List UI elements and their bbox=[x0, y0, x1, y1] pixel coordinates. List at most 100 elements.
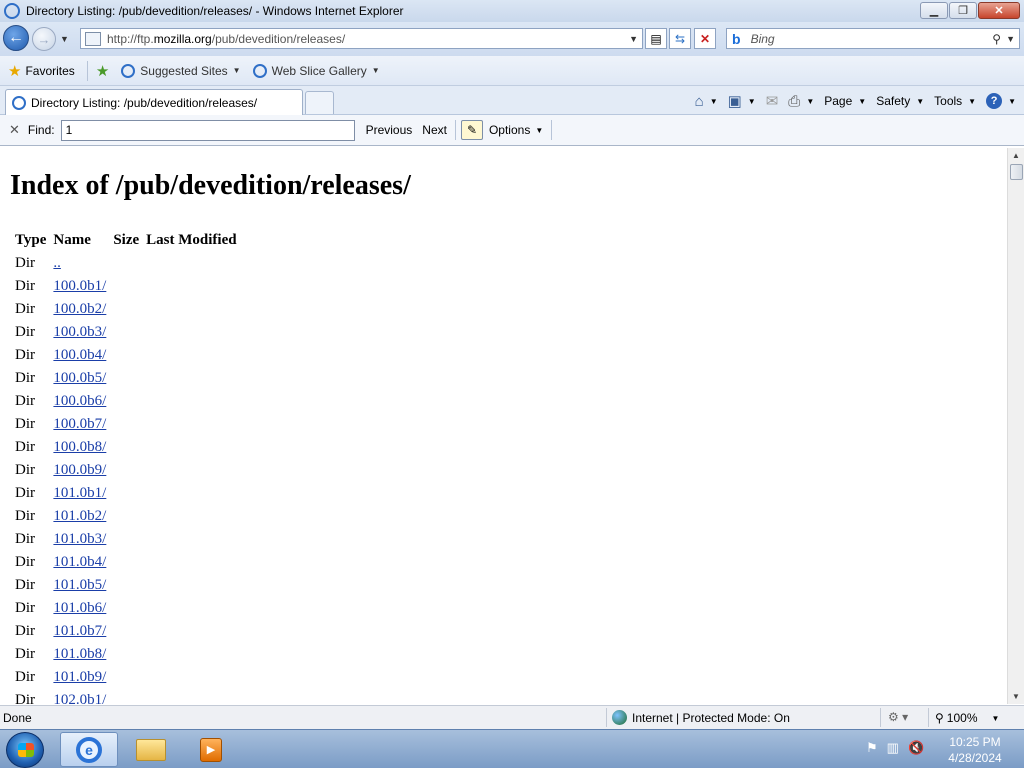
directory-link[interactable]: 100.0b2/ bbox=[53, 301, 106, 317]
table-row: Dir 100.0b7/ bbox=[13, 414, 239, 435]
address-dropdown-icon[interactable]: ▼ bbox=[629, 34, 638, 44]
directory-link[interactable]: 101.0b9/ bbox=[53, 669, 106, 685]
popup-blocker-icon[interactable]: ⚙ ▾ bbox=[888, 710, 908, 724]
home-button[interactable]: ⌂ ▼ bbox=[695, 93, 718, 110]
find-next-button[interactable]: Next bbox=[422, 123, 447, 137]
tab-directory-listing[interactable]: Directory Listing: /pub/devedition/relea… bbox=[5, 89, 303, 115]
table-row: Dir 101.0b5/ bbox=[13, 575, 239, 596]
address-url[interactable]: http://ftp.mozilla.org/pub/devedition/re… bbox=[107, 32, 345, 46]
volume-muted-icon[interactable]: 🔇 bbox=[908, 740, 924, 756]
row-type: Dir bbox=[15, 462, 35, 478]
suggested-sites-button[interactable]: Suggested Sites ▼ bbox=[121, 63, 241, 78]
row-type: Dir bbox=[15, 324, 35, 340]
directory-link[interactable]: 101.0b5/ bbox=[53, 577, 106, 593]
directory-link[interactable]: 101.0b6/ bbox=[53, 600, 106, 616]
directory-link[interactable]: .. bbox=[53, 255, 61, 271]
start-button[interactable] bbox=[6, 732, 44, 768]
feeds-button[interactable]: ▣ ▼ bbox=[728, 92, 756, 110]
table-row: Dir 100.0b6/ bbox=[13, 391, 239, 412]
directory-link[interactable]: 100.0b1/ bbox=[53, 278, 106, 294]
directory-link[interactable]: 100.0b5/ bbox=[53, 370, 106, 386]
find-options-label: Options bbox=[488, 123, 531, 137]
read-mail-button[interactable]: ✉ bbox=[766, 92, 779, 110]
address-bar[interactable]: http://ftp.mozilla.org/pub/devedition/re… bbox=[80, 28, 643, 49]
window-controls: ▁ ❐ ✕ bbox=[920, 2, 1020, 19]
favorites-button[interactable]: ★ Favorites bbox=[8, 62, 75, 80]
row-type: Dir bbox=[15, 600, 35, 616]
taskbar-internet-explorer[interactable]: e bbox=[60, 732, 118, 767]
directory-link[interactable]: 100.0b6/ bbox=[53, 393, 106, 409]
forward-button[interactable]: → bbox=[32, 27, 56, 51]
back-button[interactable]: ← bbox=[3, 25, 29, 51]
tools-menu[interactable]: Tools ▼ bbox=[934, 94, 976, 108]
directory-link[interactable]: 101.0b2/ bbox=[53, 508, 106, 524]
refresh-button[interactable]: ⇆ bbox=[669, 28, 691, 49]
search-icon[interactable]: ⚲ bbox=[992, 32, 1001, 46]
directory-link[interactable]: 100.0b3/ bbox=[53, 324, 106, 340]
chevron-down-icon: ▼ bbox=[747, 96, 756, 106]
status-text: Done bbox=[3, 711, 32, 725]
row-type: Dir bbox=[15, 301, 35, 317]
find-label: Find: bbox=[27, 123, 55, 137]
tools-menu-label: Tools bbox=[934, 94, 963, 108]
web-slice-gallery-icon bbox=[252, 63, 267, 78]
refresh-icon: ⇆ bbox=[674, 31, 686, 46]
directory-link[interactable]: 101.0b7/ bbox=[53, 623, 106, 639]
directory-link[interactable]: 100.0b4/ bbox=[53, 347, 106, 363]
window-title: Directory Listing: /pub/devedition/relea… bbox=[26, 4, 404, 18]
safety-menu[interactable]: Safety ▼ bbox=[876, 94, 924, 108]
url-prefix: http://ftp. bbox=[107, 31, 154, 46]
taskbar-media-player[interactable]: ▶ bbox=[182, 732, 240, 767]
scroll-up-arrow-icon[interactable]: ▲ bbox=[1012, 151, 1020, 160]
directory-link[interactable]: 101.0b8/ bbox=[53, 646, 106, 662]
scrollbar-thumb[interactable] bbox=[1010, 164, 1023, 180]
vertical-scrollbar[interactable]: ▲ ▼ bbox=[1007, 148, 1024, 704]
directory-link[interactable]: 101.0b4/ bbox=[53, 554, 106, 570]
add-to-favorites-bar-button[interactable]: ★ bbox=[96, 62, 113, 80]
find-input[interactable] bbox=[60, 119, 355, 141]
stop-button[interactable]: ✕ bbox=[694, 28, 716, 49]
new-tab-button[interactable] bbox=[305, 91, 334, 114]
taskbar-windows-explorer[interactable] bbox=[122, 732, 180, 767]
table-row: Dir 102.0b1/ bbox=[13, 690, 239, 704]
clock-time: 10:25 PM bbox=[949, 735, 1001, 749]
table-row: Dir 101.0b2/ bbox=[13, 506, 239, 527]
search-dropdown-icon[interactable]: ▼ bbox=[1006, 34, 1015, 44]
zoom-control[interactable]: ⚲ 100% ▼ bbox=[935, 711, 999, 725]
web-slice-gallery-button[interactable]: Web Slice Gallery ▼ bbox=[252, 63, 380, 78]
chevron-down-icon: ▼ bbox=[806, 96, 815, 106]
chevron-down-icon: ▼ bbox=[232, 66, 241, 75]
directory-link[interactable]: 100.0b7/ bbox=[53, 416, 106, 432]
action-center-flag-icon[interactable]: ⚑ bbox=[866, 740, 878, 756]
directory-link[interactable]: 101.0b3/ bbox=[53, 531, 106, 547]
search-box[interactable]: b Bing ⚲ ▼ bbox=[726, 28, 1020, 49]
page-menu[interactable]: Page ▼ bbox=[824, 94, 866, 108]
restore-button[interactable]: ❐ bbox=[949, 2, 977, 19]
compatibility-view-button[interactable]: ▤ bbox=[645, 28, 667, 49]
highlight-pen-icon[interactable]: ✎ bbox=[460, 120, 483, 140]
security-zone-label: Internet | Protected Mode: On bbox=[632, 710, 790, 725]
network-icon[interactable]: ▥ bbox=[887, 740, 899, 756]
recent-pages-dropdown[interactable]: ▼ bbox=[60, 34, 69, 44]
system-clock[interactable]: 10:25 PM 4/28/2024 bbox=[935, 734, 1015, 766]
directory-link[interactable]: 100.0b8/ bbox=[53, 439, 106, 455]
security-zone[interactable]: Internet | Protected Mode: On bbox=[612, 710, 790, 725]
directory-link[interactable]: 101.0b1/ bbox=[53, 485, 106, 501]
find-separator bbox=[454, 120, 456, 140]
directory-link[interactable]: 102.0b1/ bbox=[53, 692, 106, 704]
internet-globe-icon bbox=[612, 710, 627, 725]
find-previous-button[interactable]: Previous bbox=[366, 123, 413, 137]
url-domain: mozilla.org bbox=[153, 31, 212, 46]
find-options-button[interactable]: ✎ Options ▼ bbox=[460, 120, 543, 140]
favorites-bar: ★ Favorites ★ Suggested Sites ▼ Web Slic… bbox=[0, 56, 1024, 86]
command-bar: ⌂ ▼ ▣ ▼ ✉ ⎙ ▼ Page ▼ Safety ▼ Tools ▼ ? ▼ bbox=[685, 90, 1016, 112]
scroll-down-arrow-icon[interactable]: ▼ bbox=[1012, 692, 1020, 701]
close-window-button[interactable]: ✕ bbox=[978, 2, 1020, 19]
minimize-button[interactable]: ▁ bbox=[920, 2, 948, 19]
media-player-icon: ▶ bbox=[200, 737, 222, 762]
print-button[interactable]: ⎙ ▼ bbox=[788, 93, 814, 110]
table-row: Dir 101.0b4/ bbox=[13, 552, 239, 573]
close-find-bar-icon[interactable]: ✕ bbox=[9, 122, 20, 138]
help-menu[interactable]: ? ▼ bbox=[986, 93, 1016, 109]
directory-link[interactable]: 100.0b9/ bbox=[53, 462, 106, 478]
